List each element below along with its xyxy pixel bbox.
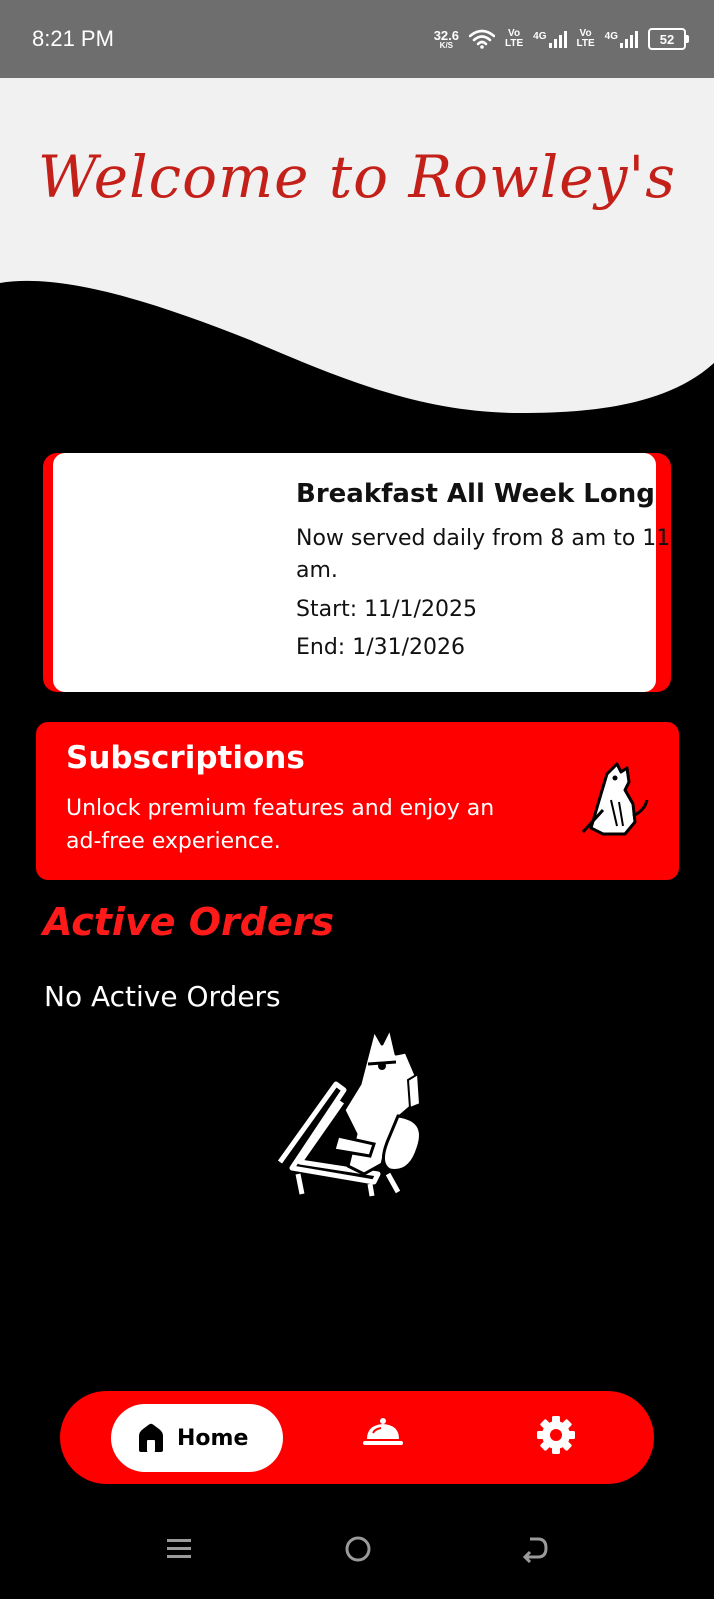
home-icon bbox=[139, 1423, 163, 1452]
subscriptions-banner[interactable]: Subscriptions Unlock premium features an… bbox=[36, 722, 679, 880]
nav-home-button[interactable]: Home bbox=[111, 1404, 283, 1472]
status-bar: 8:21 PM 32.6 K/S Vo LTE 4G Vo LTE 4G 52 bbox=[0, 0, 714, 78]
signal-icon: 4G bbox=[604, 30, 638, 48]
promo-start-date: Start: 11/1/2025 bbox=[296, 597, 477, 622]
bottom-navigation: Home bbox=[60, 1391, 654, 1484]
battery-level: 52 bbox=[659, 31, 675, 47]
network-type: 4G bbox=[604, 30, 618, 42]
volte-icon: Vo LTE bbox=[577, 29, 595, 49]
promo-end-date: End: 1/31/2026 bbox=[296, 635, 466, 660]
service-bell-icon[interactable] bbox=[363, 1417, 403, 1447]
lounging-mascot-illustration bbox=[278, 1026, 422, 1197]
home-system-icon[interactable] bbox=[343, 1535, 373, 1565]
app-screen: 8:21 PM 32.6 K/S Vo LTE 4G Vo LTE 4G 52 … bbox=[0, 0, 714, 1599]
wifi-icon bbox=[469, 29, 495, 49]
status-icons: 32.6 K/S Vo LTE 4G Vo LTE 4G 52 bbox=[434, 22, 689, 56]
gear-icon[interactable] bbox=[536, 1415, 576, 1455]
status-time: 8:21 PM bbox=[32, 26, 114, 51]
no-active-orders-message: No Active Orders bbox=[44, 980, 281, 1013]
promo-card-body: Breakfast All Week Long Now served daily… bbox=[53, 453, 670, 692]
subscriptions-description: Unlock premium features and enjoy an ad-… bbox=[66, 796, 495, 854]
promo-description: Now served daily from 8 am to 11 am. bbox=[296, 526, 671, 583]
header: Welcome to Rowley's bbox=[0, 78, 714, 438]
network-type: 4G bbox=[533, 30, 547, 42]
network-speed: 32.6 K/S bbox=[434, 29, 459, 50]
network-speed-value: 32.6 bbox=[433, 27, 459, 43]
volte-bottom: LTE bbox=[576, 38, 595, 49]
signal-icon: 4G bbox=[533, 30, 567, 48]
recent-apps-icon[interactable] bbox=[165, 1535, 193, 1563]
volte-bottom: LTE bbox=[505, 38, 524, 49]
subscriptions-title: Subscriptions bbox=[66, 740, 305, 776]
network-speed-unit: K/S bbox=[439, 40, 454, 50]
promo-title: Breakfast All Week Long bbox=[296, 479, 655, 509]
mascot-icon bbox=[581, 762, 649, 836]
active-orders-title: Active Orders bbox=[43, 900, 335, 944]
welcome-title: Welcome to Rowley's bbox=[37, 143, 677, 211]
header-wave bbox=[0, 78, 714, 413]
battery-icon: 52 bbox=[648, 28, 689, 50]
volte-icon: Vo LTE bbox=[505, 29, 523, 49]
back-icon[interactable] bbox=[522, 1535, 550, 1563]
nav-home-label: Home bbox=[177, 1425, 249, 1451]
promo-card[interactable]: Breakfast All Week Long Now served daily… bbox=[43, 453, 671, 692]
system-navigation-bar bbox=[0, 1509, 714, 1599]
